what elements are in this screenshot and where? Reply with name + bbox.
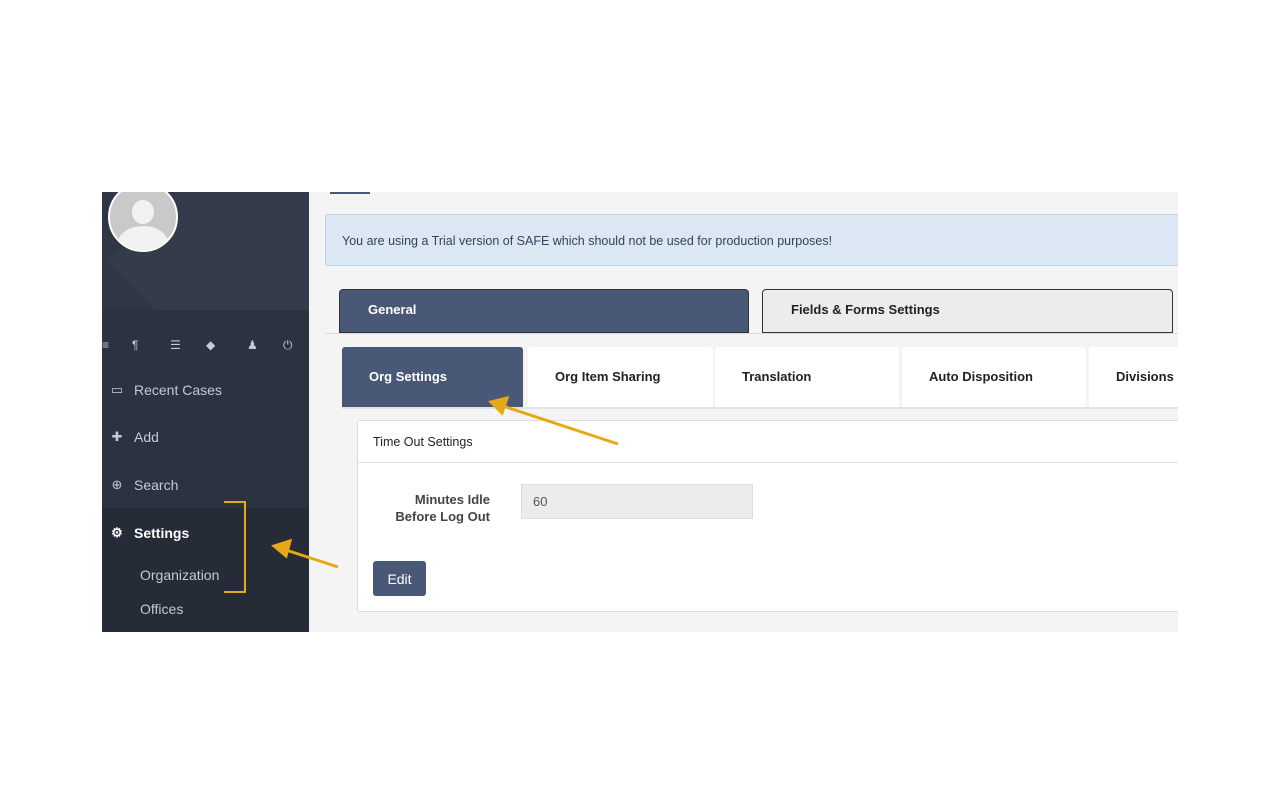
annotation-arrows — [270, 395, 619, 569]
arrow-head-icon — [488, 395, 510, 416]
arrow-head-icon — [270, 538, 293, 559]
